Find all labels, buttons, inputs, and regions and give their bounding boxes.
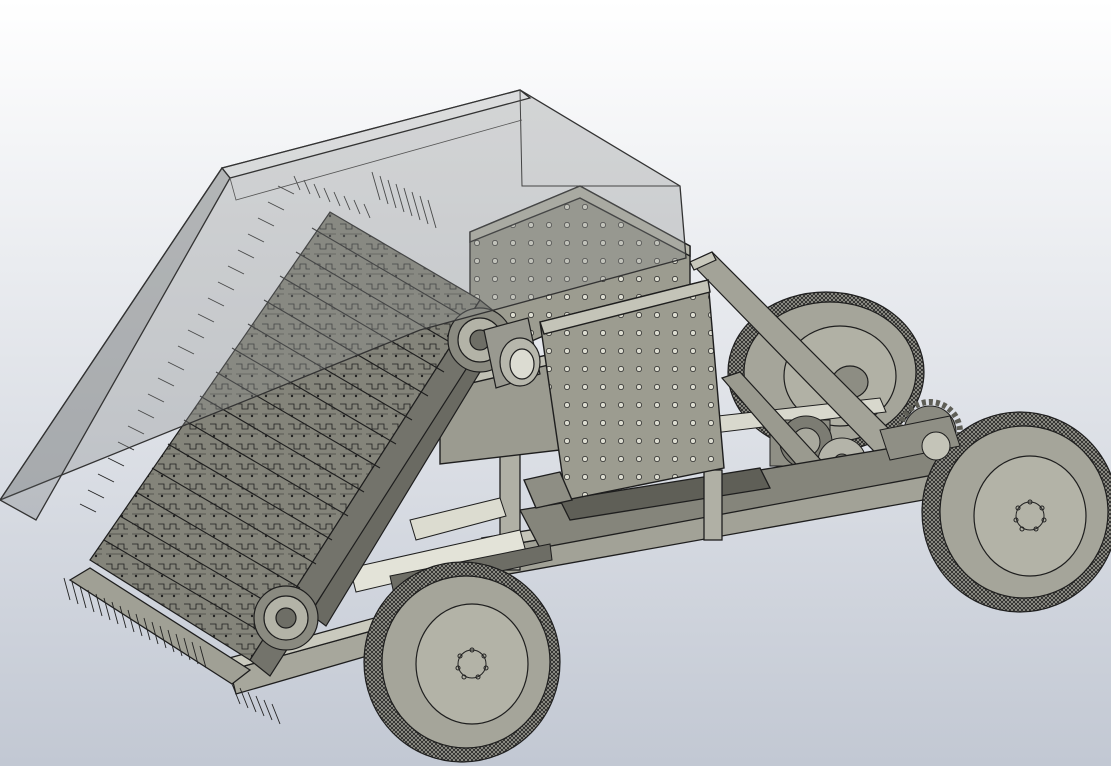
front-left-wheel [363, 561, 561, 763]
cad-model-canvas [0, 0, 1111, 766]
lower-roller [253, 585, 319, 651]
cad-viewport[interactable] [0, 0, 1111, 766]
